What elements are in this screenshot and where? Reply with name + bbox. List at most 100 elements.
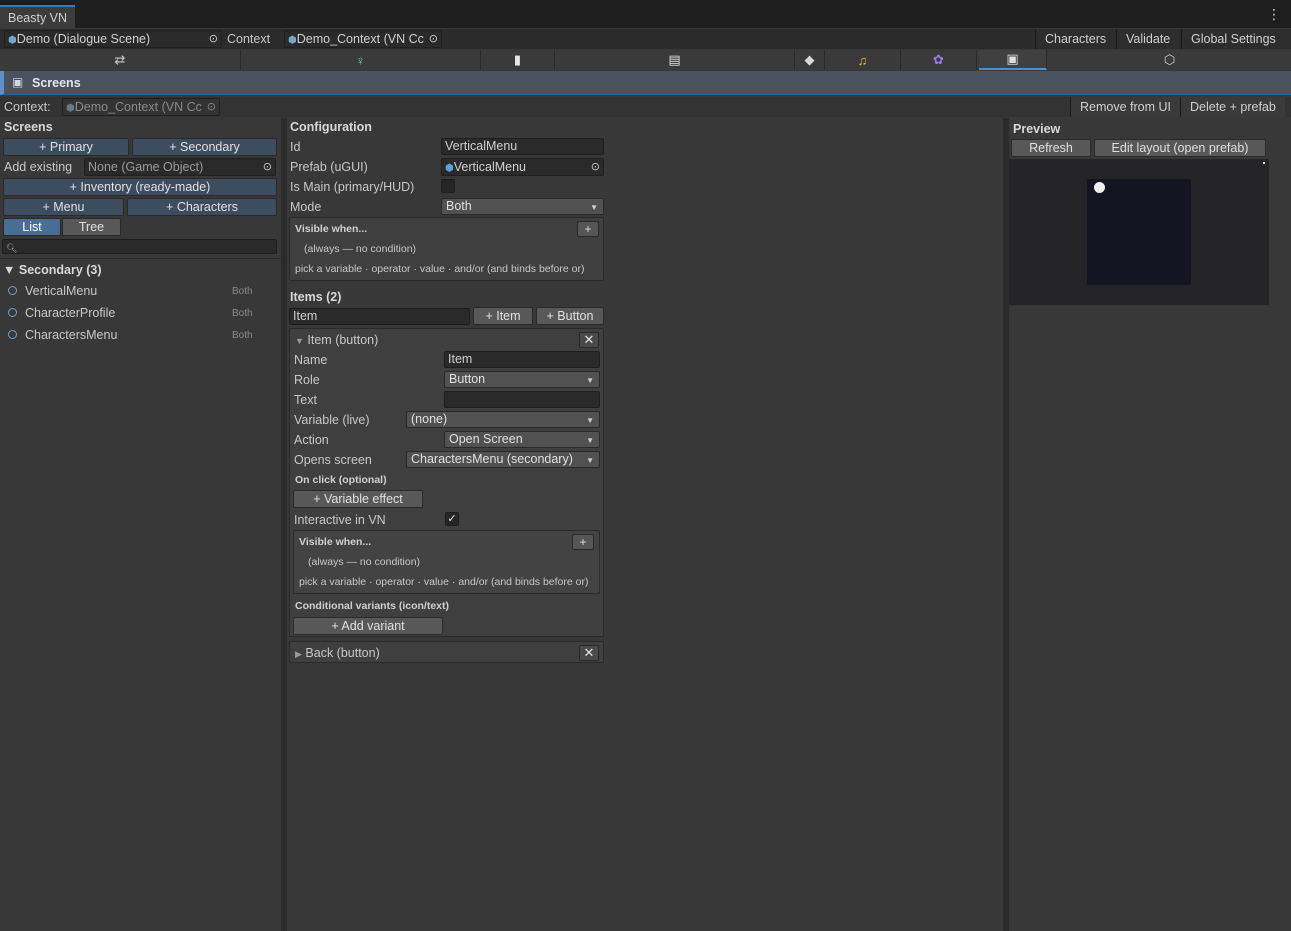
page-icon[interactable]: ▮ [481, 50, 555, 70]
preview-screen [1087, 179, 1191, 285]
item-role-dropdown[interactable]: Button ▼ [444, 371, 600, 388]
circle-icon [8, 330, 17, 339]
object-picker-icon[interactable]: ⊙ [591, 159, 600, 175]
visible-when-title: Visible when... [295, 223, 368, 235]
item-text-field[interactable] [444, 391, 600, 408]
mode-dropdown[interactable]: Both ▼ [441, 198, 604, 215]
object-picker-icon[interactable]: ⊙ [209, 31, 218, 47]
validate-button[interactable]: Validate [1116, 29, 1180, 49]
add-existing-field[interactable]: None (Game Object) ⊙ [84, 158, 276, 176]
item-add-condition-button[interactable]: + [572, 534, 594, 550]
context-row-field: ⬢Demo_Context (VN Cc ⊙ [62, 98, 220, 116]
add-existing-label: Add existing [4, 160, 73, 174]
search-input[interactable]: 🔍︎ [2, 239, 277, 254]
onclick-label: On click (optional) [295, 474, 387, 486]
context-object-icon: ⬢ [66, 103, 75, 114]
item-action-dropdown[interactable]: Open Screen ▼ [444, 431, 600, 448]
items-title: Items (2) [290, 290, 342, 304]
screens-title: Screens [4, 120, 53, 134]
kebab-menu-icon[interactable]: ⋮ [1267, 6, 1281, 23]
section-header: ▣ Screens [0, 71, 1291, 95]
context-row-label: Context: [4, 100, 51, 114]
hierarchy-icon[interactable]: ⇄ [0, 50, 241, 70]
add-inventory-button[interactable]: + Inventory (ready-made) [3, 178, 277, 196]
refresh-button[interactable]: Refresh [1011, 139, 1091, 157]
scene-object-icon: ⬢ [8, 35, 17, 46]
object-picker-icon[interactable]: ⊙ [263, 159, 272, 175]
back-entry-header[interactable]: ▶ Back (button) [295, 646, 380, 660]
chevron-down-icon: ▼ [590, 203, 598, 212]
window-tab[interactable]: Beasty VN [0, 5, 76, 28]
tag-icon[interactable]: ◆ [795, 50, 825, 70]
configuration-title: Configuration [290, 120, 372, 134]
item-name-label: Name [294, 353, 328, 367]
id-field[interactable]: VerticalMenu [441, 138, 604, 155]
new-item-name-field[interactable]: Item [289, 308, 470, 325]
left-splitter[interactable] [281, 118, 287, 931]
section-title: Screens [32, 76, 81, 90]
item-variable-dropdown[interactable]: (none) ▼ [406, 411, 600, 428]
edit-layout-button[interactable]: Edit layout (open prefab) [1094, 139, 1266, 157]
item-visible-always-text: (always — no condition) [308, 556, 421, 568]
add-item-button[interactable]: + Item [473, 307, 533, 325]
circle-icon [8, 286, 17, 295]
cube-icon[interactable]: ⬡ [1048, 50, 1291, 70]
visible-hint-text: pick a variable · operator · value · and… [295, 263, 585, 275]
list-item[interactable]: VerticalMenu Both [0, 280, 281, 302]
chevron-down-icon: ▼ [586, 416, 594, 425]
list-item[interactable]: CharacterProfile Both [0, 302, 281, 324]
remove-from-ui-button[interactable]: Remove from UI [1070, 97, 1180, 117]
window-titlebar [0, 0, 1291, 28]
variants-label: Conditional variants (icon/text) [295, 600, 450, 612]
item-text-label: Text [294, 393, 317, 407]
chevron-down-icon: ▼ [586, 376, 594, 385]
prefab-label: Prefab (uGUI) [290, 160, 368, 174]
item-variable-label: Variable (live) [294, 413, 370, 427]
remove-item-button[interactable]: ✕ [579, 332, 599, 348]
preview-title: Preview [1013, 122, 1061, 136]
add-primary-button[interactable]: + Primary [3, 138, 129, 156]
item-entry-header[interactable]: ▼ Item (button) [295, 333, 378, 347]
checkmark-icon: ✓ [447, 513, 457, 525]
add-button-button[interactable]: + Button [536, 307, 604, 325]
item-opens-label: Opens screen [294, 453, 372, 467]
screens-section-icon: ▣ [12, 75, 24, 89]
preview-canvas [1009, 159, 1269, 305]
is-main-label: Is Main (primary/HUD) [290, 180, 415, 194]
remove-back-button[interactable]: ✕ [579, 645, 599, 661]
add-variant-button[interactable]: + Add variant [293, 617, 443, 635]
view-tree-toggle[interactable]: Tree [62, 218, 121, 236]
is-main-checkbox[interactable] [441, 179, 455, 193]
chevron-down-icon: ▼ [586, 456, 594, 465]
mode-label: Mode [290, 200, 322, 214]
item-opens-dropdown[interactable]: CharactersMenu (secondary) ▼ [406, 451, 600, 468]
cluster-icon[interactable]: ✿ [901, 50, 977, 70]
scene-field[interactable]: ⬢Demo (Dialogue Scene) ⊙ [4, 30, 222, 48]
screens-icon[interactable]: ▣ [979, 50, 1047, 70]
preview-dot-icon [1094, 182, 1105, 193]
group-header-secondary[interactable]: ▼ Secondary (3) [3, 263, 102, 277]
item-name-field[interactable]: Item [444, 351, 600, 368]
global-settings-button[interactable]: Global Settings [1181, 29, 1291, 49]
item-role-label: Role [294, 373, 320, 387]
list-item[interactable]: CharactersMenu Both [0, 324, 281, 346]
add-condition-button[interactable]: + [577, 221, 599, 237]
document-icon[interactable]: ▤ [555, 50, 795, 70]
circle-icon [8, 308, 17, 317]
add-secondary-button[interactable]: + Secondary [132, 138, 277, 156]
view-list-toggle[interactable]: List [3, 218, 61, 236]
object-picker-icon[interactable]: ⊙ [429, 31, 438, 47]
add-variable-effect-button[interactable]: + Variable effect [293, 490, 423, 508]
delete-prefab-button[interactable]: Delete + prefab [1180, 97, 1285, 117]
add-menu-button[interactable]: + Menu [3, 198, 124, 216]
context-label: Context [227, 32, 271, 46]
item-action-label: Action [294, 433, 329, 447]
characters-button[interactable]: Characters [1035, 29, 1116, 49]
context-field[interactable]: ⬢Demo_Context (VN Cc ⊙ [284, 30, 442, 48]
add-characters-button[interactable]: + Characters [127, 198, 277, 216]
interactive-label: Interactive in VN [294, 513, 386, 527]
music-icon[interactable]: ♫ [825, 50, 901, 70]
prefab-field[interactable]: ⬢VerticalMenu ⊙ [441, 158, 604, 176]
character-icon[interactable]: ♀ [241, 50, 481, 70]
interactive-checkbox[interactable]: ✓ [445, 512, 459, 526]
